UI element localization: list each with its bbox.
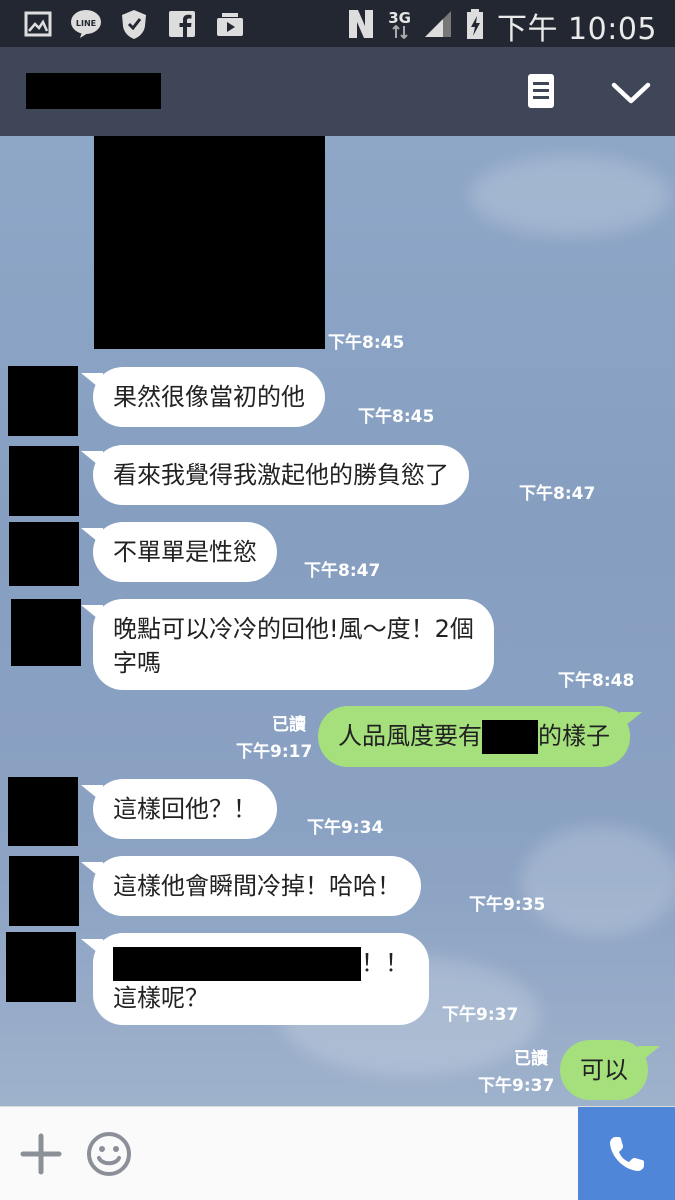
message-time: 下午8:48: [558, 671, 635, 691]
message-input-bar: [0, 1106, 675, 1200]
vpn-shield-icon: [118, 8, 150, 40]
message-bubble-incoming[interactable]: 看來我覺得我激起他的勝負慾了: [81, 445, 469, 505]
emoji-button[interactable]: [86, 1131, 132, 1177]
message-line: ！！: [113, 946, 409, 981]
message-time: 下午9:17: [236, 742, 313, 762]
avatar[interactable]: [9, 522, 79, 586]
message-bubble-incoming[interactable]: ！！ 這樣呢？: [81, 933, 429, 1025]
phone-icon: [609, 1137, 644, 1171]
redacted-text: [482, 720, 538, 754]
read-receipt: 已讀: [514, 1049, 548, 1069]
status-bar: LINE 3G 下午 10:05: [0, 0, 675, 47]
nfc-icon: [346, 8, 376, 44]
facebook-icon: [166, 8, 198, 40]
message-bubble-outgoing[interactable]: 人品風度要有 的樣子: [318, 706, 642, 767]
message-line: 字嗎: [113, 649, 161, 677]
avatar[interactable]: [8, 777, 78, 846]
signal-icon: [423, 9, 453, 43]
message-time: 下午8:47: [519, 484, 596, 504]
notes-icon: [528, 74, 554, 108]
message-bubble-incoming[interactable]: 不單單是性慾: [81, 522, 277, 582]
message-bubble-incoming[interactable]: 晚點可以冷冷的回他!風～度！2個 字嗎: [81, 599, 494, 690]
sky-cloud: [520, 826, 675, 936]
svg-text:LINE: LINE: [76, 19, 96, 28]
message-time: 下午9:37: [442, 1005, 519, 1025]
chat-title-redacted[interactable]: [26, 73, 161, 109]
sky-cloud: [470, 156, 670, 236]
message-time: 下午8:47: [304, 561, 381, 581]
plus-button[interactable]: [20, 1133, 62, 1175]
message-time: 下午9:37: [478, 1076, 555, 1096]
chat-header: [0, 47, 675, 136]
emoji-icon: [87, 1132, 131, 1176]
battery-icon: [465, 8, 485, 44]
avatar[interactable]: [9, 446, 79, 516]
chat-message-list[interactable]: 下午8:45 果然很像當初的他 下午8:45 看來我覺得我激起他的勝負慾了 下午…: [0, 136, 675, 1106]
message-text: 人品風度要有: [338, 722, 482, 750]
notes-button[interactable]: [523, 71, 559, 111]
avatar[interactable]: [6, 932, 76, 1002]
plus-icon: [20, 1133, 62, 1175]
chevron-down-icon: [611, 82, 651, 104]
message-bubble-outgoing[interactable]: 可以: [560, 1040, 660, 1100]
message-time: 下午9:35: [469, 895, 546, 915]
message-text: 的樣子: [538, 722, 610, 750]
redacted-text: [113, 947, 361, 981]
avatar[interactable]: [9, 856, 79, 926]
message-bubble-incoming[interactable]: 這樣回他？！: [81, 779, 277, 839]
menu-toggle-button[interactable]: [604, 75, 658, 111]
message-time: 下午8:45: [328, 333, 405, 353]
call-button[interactable]: [578, 1107, 675, 1200]
photo-message-redacted[interactable]: [94, 136, 325, 349]
message-bubble-incoming[interactable]: 這樣他會瞬間冷掉！哈哈！: [81, 856, 421, 916]
message-line: 這樣呢？: [113, 984, 209, 1012]
avatar[interactable]: [11, 599, 81, 666]
message-time: 下午8:45: [358, 407, 435, 427]
message-bubble-incoming[interactable]: 果然很像當初的他: [81, 367, 325, 427]
media-play-icon: [214, 8, 246, 40]
message-time: 下午9:34: [307, 818, 384, 838]
read-receipt: 已讀: [272, 715, 306, 735]
message-line: 晚點可以冷冷的回他!風～度！2個: [113, 615, 474, 643]
network-type: 3G: [388, 11, 411, 41]
line-icon: LINE: [70, 8, 102, 40]
gallery-icon: [22, 8, 54, 40]
status-time: 下午 10:05: [497, 12, 657, 47]
avatar[interactable]: [8, 366, 78, 436]
